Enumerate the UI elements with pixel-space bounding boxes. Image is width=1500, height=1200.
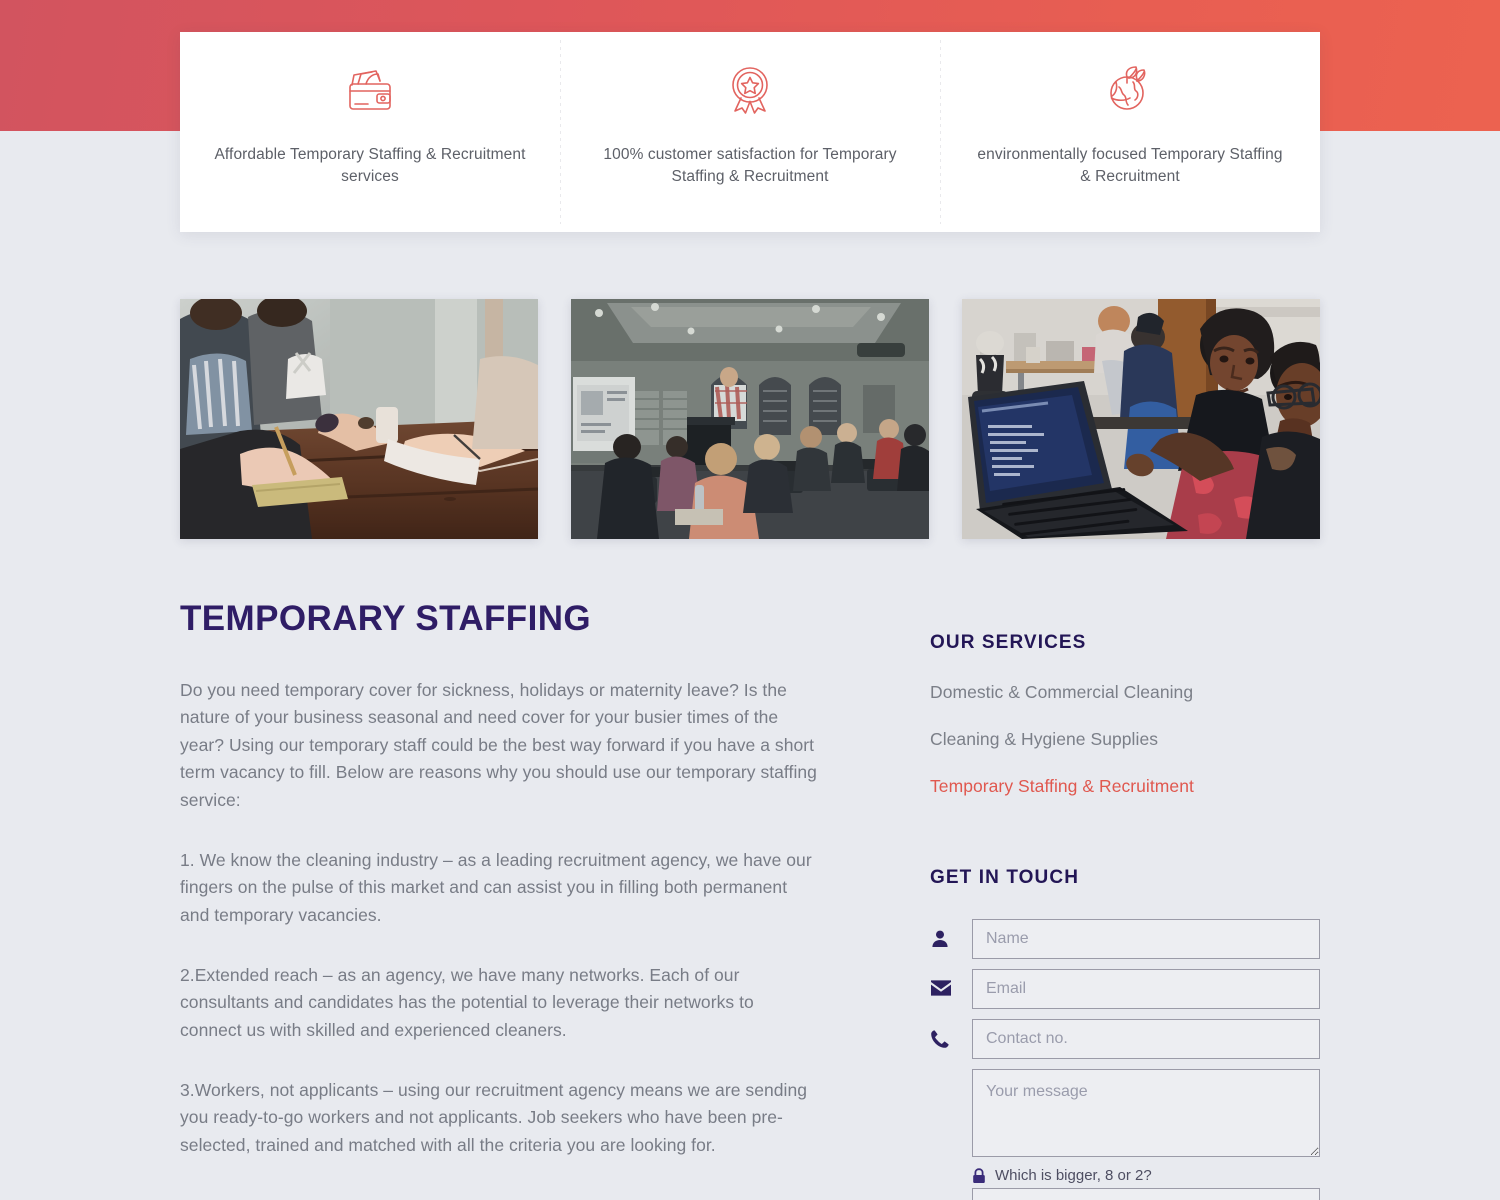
article-column: TEMPORARY STAFFING Do you need temporary… [180,599,820,1200]
our-services-heading: OUR SERVICES [930,632,1087,653]
email-row [930,969,1320,1009]
feature-card: Affordable Temporary Staffing & Recruitm… [180,32,1320,232]
name-row [930,919,1320,959]
photo-seminar-room [571,299,929,539]
envelope-icon [930,969,972,997]
feature-column-affordable: Affordable Temporary Staffing & Recruitm… [180,32,560,232]
feature-text: 100% customer satisfaction for Temporary… [603,146,897,186]
person-icon [930,919,972,949]
photo-office-laptop [962,299,1320,539]
phone-input[interactable] [972,1019,1320,1059]
services-list: Domestic & Commercial Cleaning Cleaning … [930,682,1320,823]
main-content: TEMPORARY STAFFING Do you need temporary… [180,599,1320,1200]
article-paragraph: Do you need temporary cover for sickness… [180,679,817,811]
photo-meeting-table [180,299,538,539]
get-in-touch-heading: GET IN TOUCH [930,867,1080,888]
sidebar-item-domestic-commercial-cleaning[interactable]: Domestic & Commercial Cleaning [930,682,1320,729]
email-input[interactable] [972,969,1320,1009]
article-paragraph: 3.Workers, not applicants – using our re… [180,1079,808,1155]
photo-gallery [180,299,1320,539]
feature-column-satisfaction: 100% customer satisfaction for Temporary… [560,32,940,232]
captcha-input[interactable] [972,1188,1320,1200]
eco-globe-icon [974,62,1286,120]
feature-column-environment: environmentally focused Temporary Staffi… [940,32,1320,232]
name-input[interactable] [972,919,1320,959]
phone-row [930,1019,1320,1059]
sidebar-item-temporary-staffing-recruitment[interactable]: Temporary Staffing & Recruitment [930,776,1320,823]
message-icon-spacer [930,1069,972,1079]
lock-icon [972,1167,986,1184]
page-title: TEMPORARY STAFFING [180,599,591,638]
feature-text: Affordable Temporary Staffing & Recruitm… [214,146,526,186]
message-textarea[interactable] [972,1069,1320,1157]
captcha-question-text: Which is bigger, 8 or 2? [995,1167,1152,1184]
article-paragraph: 2.Extended reach – as an agency, we have… [180,964,754,1040]
article-paragraph: 1. We know the cleaning industry – as a … [180,849,812,925]
contact-form: Which is bigger, 8 or 2? [930,919,1320,1200]
message-row [930,1069,1320,1157]
captcha-question: Which is bigger, 8 or 2? [972,1167,1320,1184]
sidebar: OUR SERVICES Domestic & Commercial Clean… [930,600,1320,1200]
award-ribbon-icon [594,62,906,120]
wallet-icon [214,62,526,120]
phone-icon [930,1019,972,1049]
captcha-row [972,1188,1320,1200]
sidebar-item-cleaning-hygiene-supplies[interactable]: Cleaning & Hygiene Supplies [930,729,1320,776]
feature-text: environmentally focused Temporary Staffi… [977,146,1283,186]
